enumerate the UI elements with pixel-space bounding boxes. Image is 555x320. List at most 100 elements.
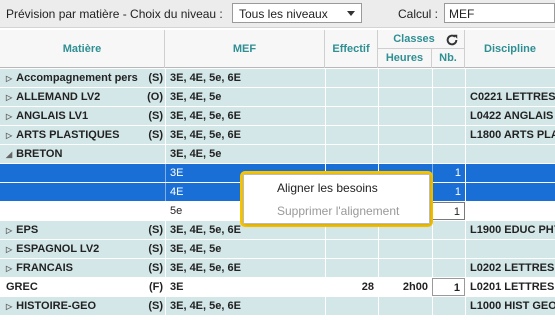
cell-effectif [325, 107, 378, 125]
cell-discipline: L0202 LETTRES M [465, 259, 555, 277]
table-row[interactable]: ▷ ESPAGNOL LV2 (S) 3E, 4E, 5e [0, 240, 555, 259]
cell-discipline: L0201 LETTRES C [465, 278, 555, 296]
cell-effectif [325, 69, 378, 87]
cell-nb [432, 88, 465, 106]
cell-nb[interactable]: 1 [432, 183, 465, 201]
cell-discipline [465, 69, 555, 87]
column-header-discipline[interactable]: Discipline [465, 30, 555, 68]
expand-triangle-icon[interactable]: ▷ [6, 70, 12, 87]
column-header-matiere[interactable]: Matière [0, 30, 165, 68]
cell-matiere: HISTOIRE-GEO [16, 300, 97, 312]
expand-triangle-icon[interactable]: ▷ [6, 260, 12, 277]
cell-discipline [465, 164, 555, 182]
cell-mef: 3E, 4E, 5e, 6E [165, 126, 325, 144]
cell-code: (S) [148, 300, 163, 312]
cell-mef: 3E, 4E, 5e, 6E [165, 259, 325, 277]
table-row[interactable]: GREC (F) 3E 28 2h00 1 L0201 LETTRES C [0, 278, 555, 297]
calcul-label: Calcul : [398, 7, 439, 21]
table-row[interactable]: ▷ ANGLAIS LV1 (S) 3E, 4E, 5e, 6E L0422 AN… [0, 107, 555, 126]
cell-effectif [325, 126, 378, 144]
cell-matiere: GREC [6, 281, 38, 293]
cell-nb[interactable]: 1 [432, 202, 465, 220]
cell-matiere: ESPAGNOL LV2 [16, 243, 100, 255]
cell-effectif [325, 240, 378, 258]
cell-matiere: FRANCAIS [16, 262, 73, 274]
cell-heures [378, 297, 432, 315]
cell-nb [432, 240, 465, 258]
table-row[interactable]: ▷ ALLEMAND LV2 (O) 3E, 4E, 5e C0221 LETTR… [0, 88, 555, 107]
cell-heures: 2h00 [378, 278, 432, 296]
expand-triangle-icon[interactable]: ▷ [6, 108, 12, 125]
cell-nb[interactable]: 1 [432, 278, 465, 296]
cell-matiere [0, 164, 165, 182]
cell-discipline: L1900 EDUC PHY [465, 221, 555, 239]
column-header-effectif[interactable]: Effectif [325, 30, 378, 68]
cell-discipline: L1800 ARTS PLA [465, 126, 555, 144]
table-row[interactable]: ▷ FRANCAIS (S) 3E, 4E, 5e, 6E L0202 LETTR… [0, 259, 555, 278]
collapse-triangle-icon[interactable]: ◢ [6, 146, 12, 163]
table-row[interactable]: ◢ BRETON 3E, 4E, 5e [0, 145, 555, 164]
cell-code: (S) [148, 72, 163, 84]
table-row[interactable]: ▷ Accompagnement pers (S) 3E, 4E, 5e, 6E [0, 69, 555, 88]
cell-discipline: L0422 ANGLAIS [465, 107, 555, 125]
chevron-down-icon [347, 11, 355, 16]
cell-effectif [325, 259, 378, 277]
classes-label: Classes [393, 33, 435, 45]
cell-mef: 3E [165, 278, 325, 296]
cell-code: (O) [147, 91, 163, 103]
cell-code: (S) [148, 262, 163, 274]
expand-triangle-icon[interactable]: ▷ [6, 298, 12, 315]
cell-effectif [325, 88, 378, 106]
cell-mef: 3E, 4E, 5e [165, 88, 325, 106]
cell-nb [432, 259, 465, 277]
cell-heures [378, 126, 432, 144]
table-header: Matière MEF Effectif Classes Heures Nb. … [0, 30, 555, 68]
cell-matiere: EPS [16, 224, 39, 236]
menu-item-supprimer-alignement[interactable]: Supprimer l'alignement [277, 201, 399, 221]
cell-effectif: 28 [325, 278, 378, 296]
cell-code: (S) [148, 129, 163, 141]
column-header-mef[interactable]: MEF [165, 30, 325, 68]
column-header-heures[interactable]: Heures [378, 49, 432, 68]
menu-item-aligner-besoins[interactable]: Aligner les besoins [277, 178, 378, 198]
expand-triangle-icon[interactable]: ▷ [6, 241, 12, 258]
column-header-nb[interactable]: Nb. [432, 49, 465, 68]
cell-nb [432, 69, 465, 87]
table-row[interactable]: ▷ HISTOIRE-GEO (S) 3E, 4E, 5e, 6E L1000 H… [0, 297, 555, 316]
cell-heures [378, 240, 432, 258]
cell-discipline [465, 145, 555, 163]
cell-matiere: ALLEMAND LV2 [16, 91, 101, 103]
niveau-select-value: Tous les niveaux [239, 7, 328, 21]
cell-mef: 3E, 4E, 5e [165, 145, 325, 163]
cell-heures [378, 259, 432, 277]
cell-code: (F) [148, 281, 163, 293]
expand-triangle-icon[interactable]: ▷ [6, 222, 12, 239]
context-menu: Aligner les besoins Supprimer l'aligneme… [243, 174, 430, 224]
cell-mef: 3E, 4E, 5e, 6E [165, 107, 325, 125]
expand-triangle-icon[interactable]: ▷ [6, 127, 12, 144]
cell-discipline [465, 183, 555, 201]
cell-matiere [0, 183, 165, 201]
cell-nb [432, 221, 465, 239]
cell-nb [432, 107, 465, 125]
cell-code: (S) [148, 110, 163, 122]
cell-heures [378, 145, 432, 163]
expand-triangle-icon[interactable]: ▷ [6, 89, 12, 106]
cell-heures [378, 69, 432, 87]
cell-nb [432, 126, 465, 144]
niveau-select[interactable]: Tous les niveaux [232, 3, 362, 23]
cell-nb [432, 145, 465, 163]
cell-discipline: L1000 HIST GEO [465, 297, 555, 315]
cell-heures [378, 88, 432, 106]
cell-mef: 3E, 4E, 5e, 6E [165, 69, 325, 87]
cell-nb [432, 297, 465, 315]
calcul-input[interactable]: MEF [444, 3, 555, 23]
cell-discipline: C0221 LETTRES A [465, 88, 555, 106]
toolbar: Prévision par matière - Choix du niveau … [0, 0, 555, 28]
cell-matiere: Accompagnement pers [16, 72, 138, 84]
refresh-icon[interactable] [445, 33, 459, 47]
cell-heures [378, 107, 432, 125]
table-row[interactable]: ▷ ARTS PLASTIQUES (S) 3E, 4E, 5e, 6E L180… [0, 126, 555, 145]
cell-nb[interactable]: 1 [432, 164, 465, 182]
prevision-label: Prévision par matière - Choix du niveau … [6, 7, 223, 21]
